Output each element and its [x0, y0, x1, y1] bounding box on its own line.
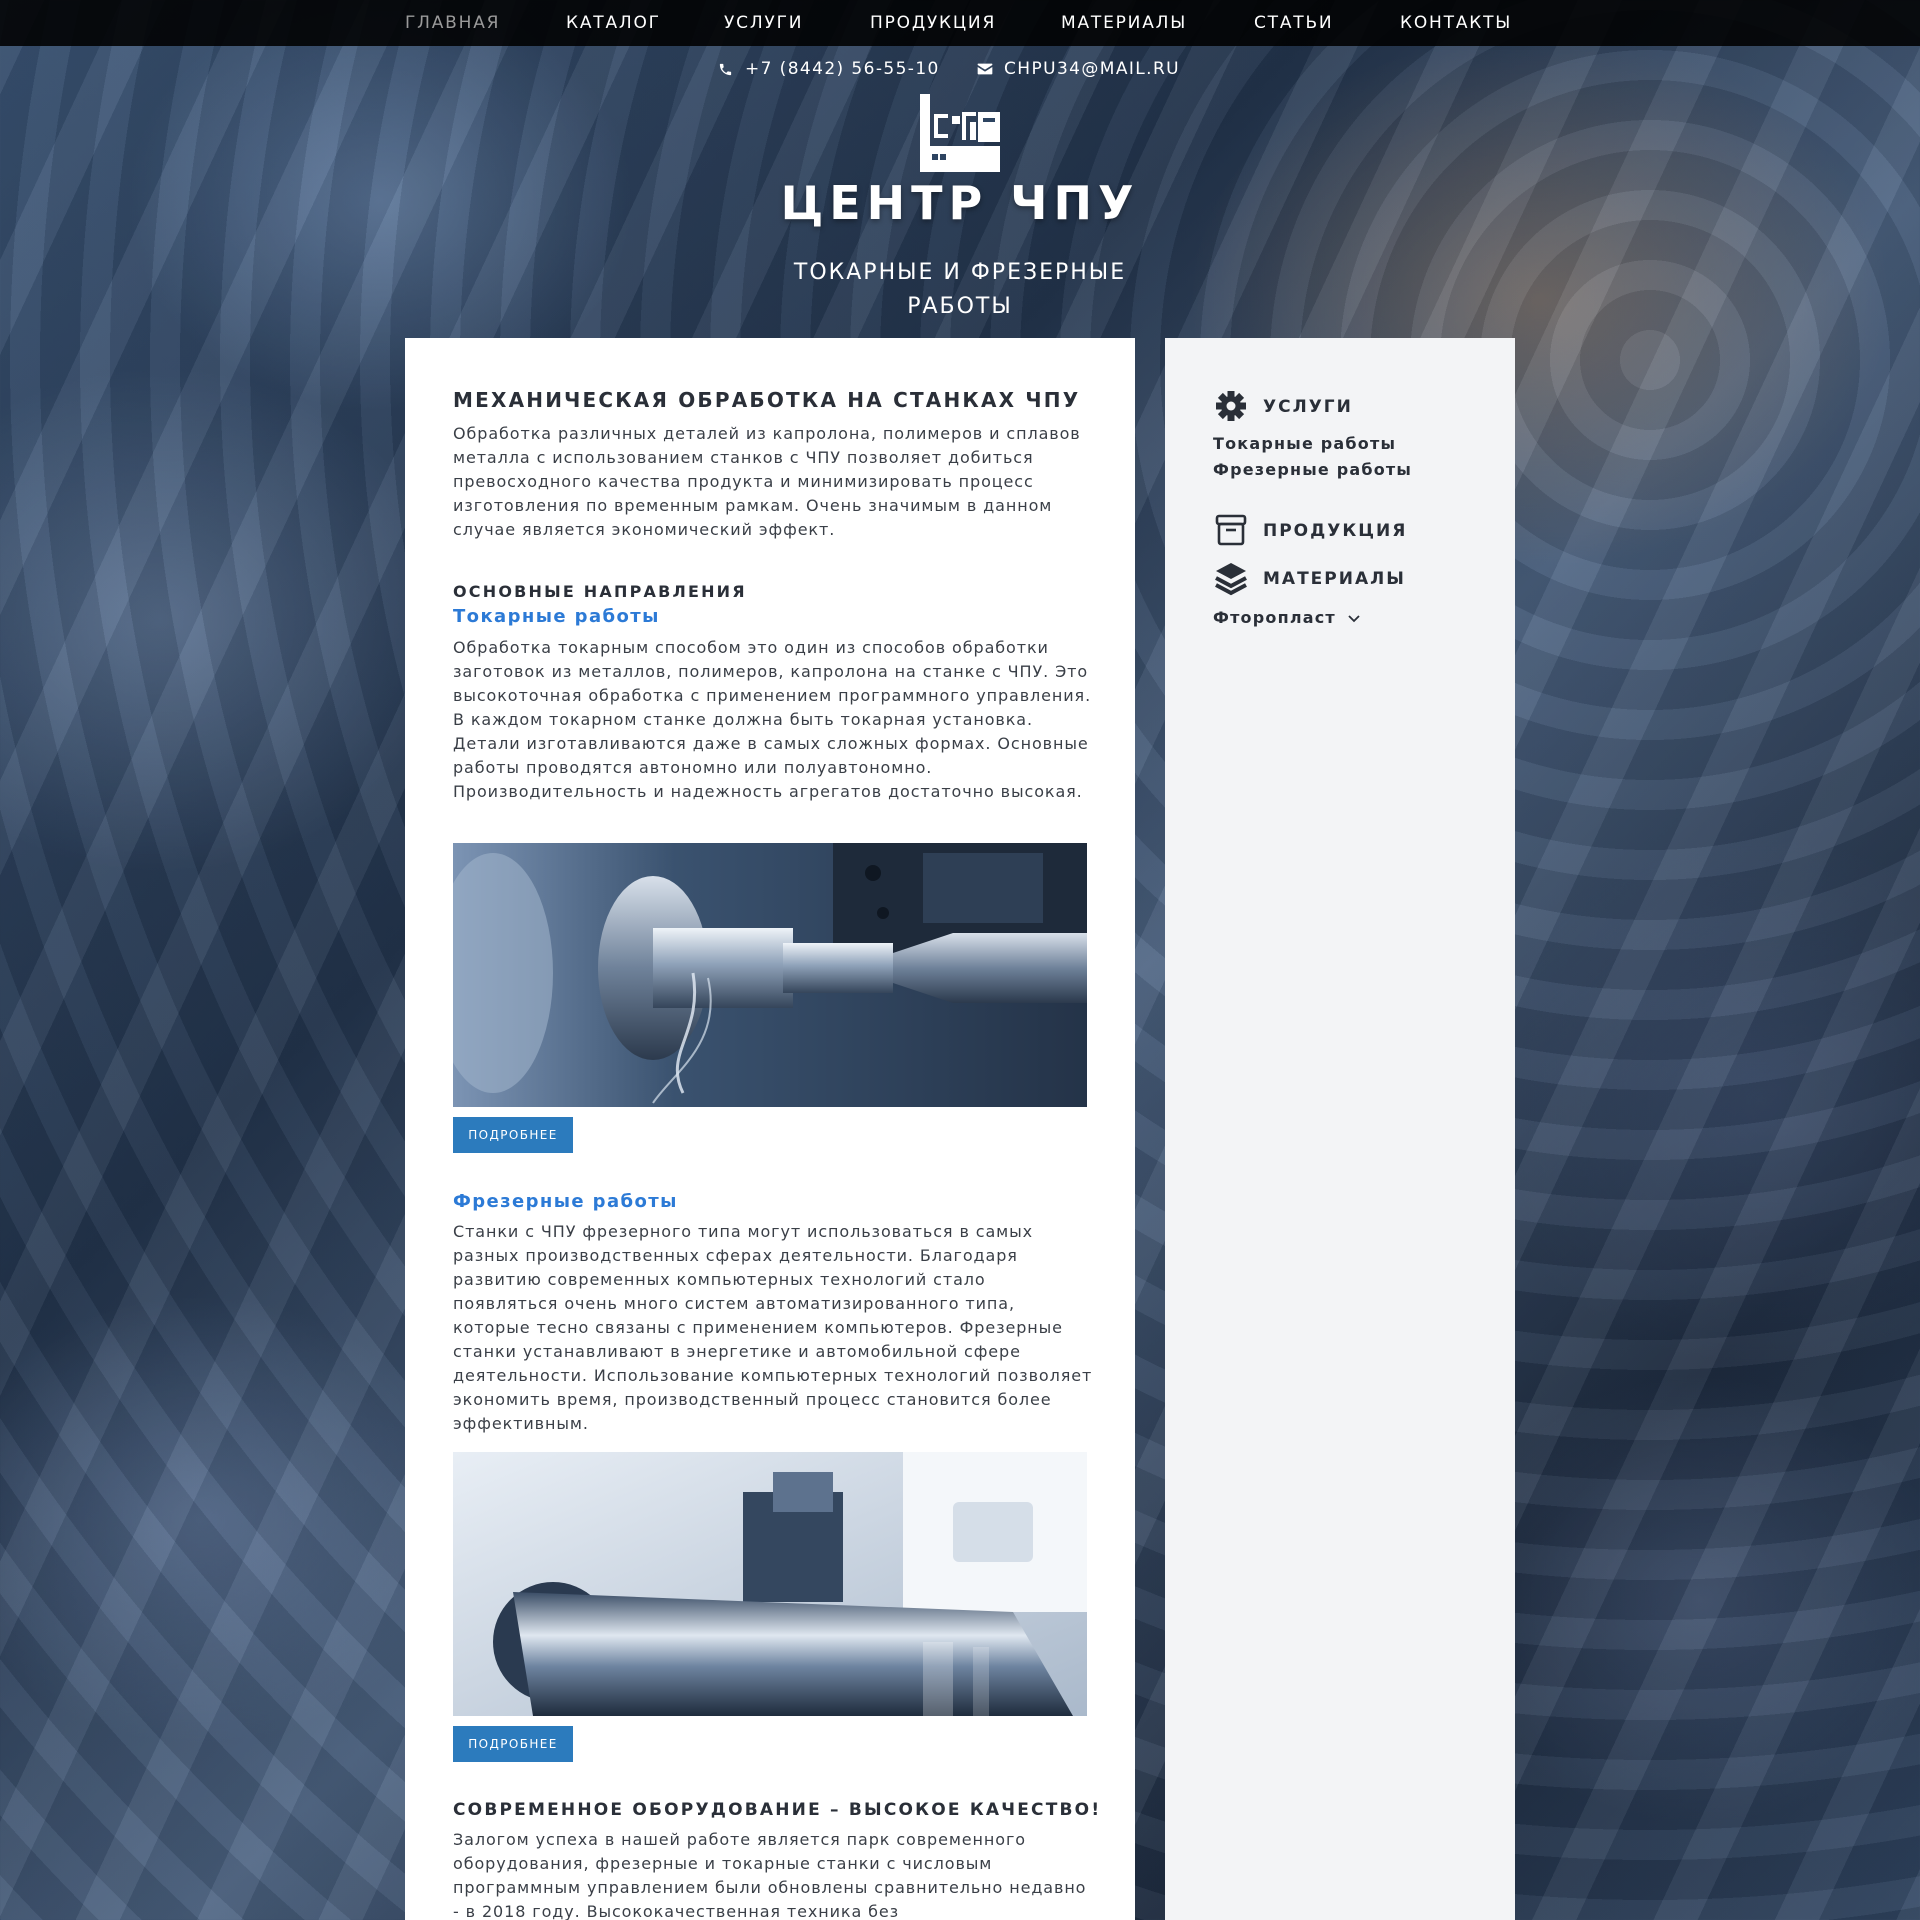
email-contact[interactable]: CHPU34@MAIL.RU: [977, 56, 1207, 82]
site-title: ЦЕНТР ЧПУ: [780, 176, 1140, 230]
phone-contact[interactable]: +7 (8442) 56-55-10: [718, 56, 958, 82]
site-logo[interactable]: [920, 94, 1000, 172]
phone-number: +7 (8442) 56-55-10: [745, 59, 940, 79]
sidebar-link-milling[interactable]: Фрезерные работы: [1213, 460, 1412, 479]
nav-item-products[interactable]: ПРОДУКЦИЯ: [870, 0, 996, 46]
top-navigation: ГЛАВНАЯ КАТАЛОГ УСЛУГИ ПРОДУКЦИЯ МАТЕРИА…: [0, 0, 1920, 46]
directions-heading: ОСНОВНЫЕ НАПРАВЛЕНИЯ: [453, 582, 747, 601]
sidebar-materials-label: МАТЕРИАЛЫ: [1263, 569, 1406, 589]
site-subtitle: ТОКАРНЫЕ И ФРЕЗЕРНЫЕ РАБОТЫ: [793, 260, 1127, 319]
phone-icon: [719, 63, 732, 76]
milling-paragraph: Станки с ЧПУ фрезерного типа могут испол…: [453, 1222, 1093, 1433]
nav-item-materials[interactable]: МАТЕРИАЛЫ: [1061, 0, 1187, 46]
milling-title-link[interactable]: Фрезерные работы: [453, 1191, 678, 1212]
intro-paragraph: Обработка различных деталей из капролона…: [453, 424, 1081, 539]
layers-icon: [1215, 563, 1247, 596]
turning-photo: [453, 843, 1087, 1107]
main-content: МЕХАНИЧЕСКАЯ ОБРАБОТКА НА СТАНКАХ ЧПУ Об…: [405, 338, 1135, 1920]
milling-photo: [453, 1452, 1087, 1716]
nav-item-home[interactable]: ГЛАВНАЯ: [405, 0, 500, 46]
sidebar-materials-dropdown[interactable]: Фторопласт: [1213, 608, 1360, 630]
email-address: CHPU34@MAIL.RU: [1004, 59, 1181, 79]
turning-title-link[interactable]: Токарные работы: [453, 606, 660, 627]
dropdown-label: Фторопласт: [1213, 608, 1336, 627]
turning-paragraph: Обработка токарным способом это один из …: [453, 638, 1092, 801]
nav-item-contacts[interactable]: КОНТАКТЫ: [1400, 0, 1512, 46]
sidebar-products-label: ПРОДУКЦИЯ: [1263, 521, 1408, 541]
header-contacts: +7 (8442) 56-55-10 CHPU34@MAIL.RU: [0, 56, 1920, 82]
sidebar: УСЛУГИ Токарные работы Фрезерные работы …: [1165, 338, 1515, 1920]
page-heading: МЕХАНИЧЕСКАЯ ОБРАБОТКА НА СТАНКАХ ЧПУ: [453, 388, 1081, 412]
turning-more-button[interactable]: ПОДРОБНЕЕ: [453, 1117, 573, 1153]
sidebar-link-turning[interactable]: Токарные работы: [1213, 434, 1396, 453]
nav-item-catalog[interactable]: КАТАЛОГ: [566, 0, 661, 46]
sidebar-services-label: УСЛУГИ: [1263, 397, 1353, 417]
chevron-down-icon: [1348, 615, 1360, 623]
equipment-heading: СОВРЕМЕННОЕ ОБОРУДОВАНИЕ – ВЫСОКОЕ КАЧЕС…: [453, 1800, 1102, 1820]
equipment-paragraph: Залогом успеха в нашей работе является п…: [453, 1830, 1087, 1920]
gear-icon: [1216, 391, 1246, 421]
nav-item-services[interactable]: УСЛУГИ: [724, 0, 803, 46]
archive-box-icon: [1215, 514, 1247, 546]
envelope-icon: [977, 63, 993, 75]
milling-more-button[interactable]: ПОДРОБНЕЕ: [453, 1726, 573, 1762]
nav-item-articles[interactable]: СТАТЬИ: [1254, 0, 1333, 46]
